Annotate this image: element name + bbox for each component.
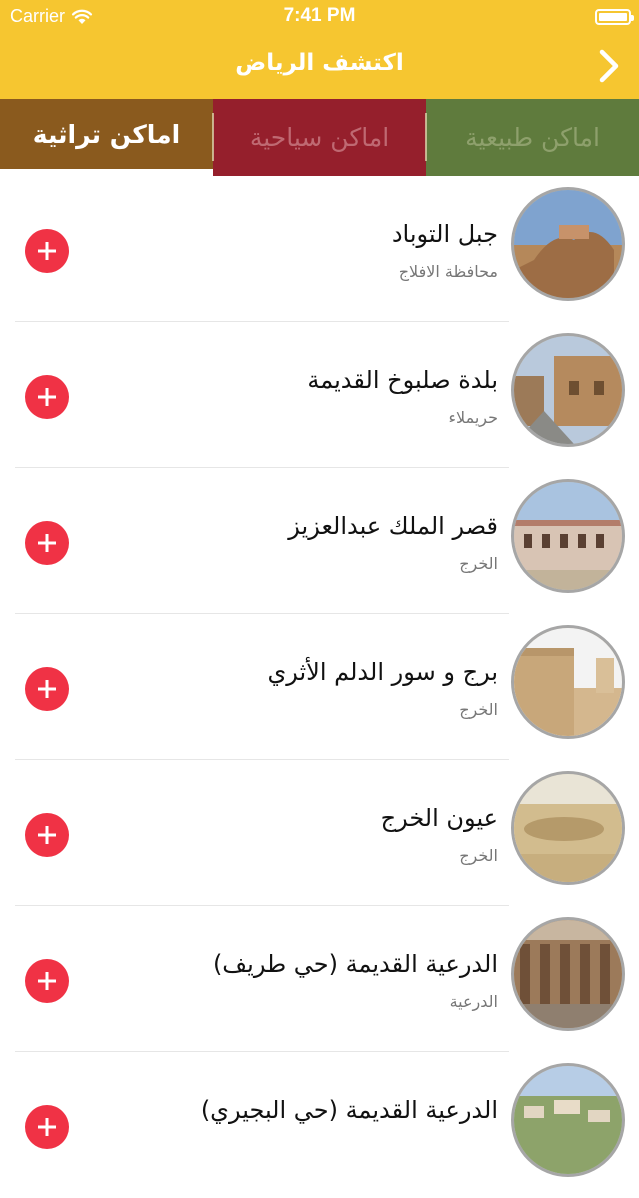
place-photo [514,1066,622,1174]
status-time: 7:41 PM [283,5,356,26]
place-location: الخرج [459,554,498,573]
place-title: بلدة صلبوخ القديمة [307,366,498,394]
list-item[interactable]: بلدة صلبوخ القديمة حريملاء [0,322,639,468]
list-item[interactable]: قصر الملك عبدالعزيز الخرج [0,468,639,614]
place-title: برج و سور الدلم الأثري [267,658,498,686]
list-item[interactable]: عيون الخرج الخرج [0,760,639,906]
status-bar: Carrier 7:41 PM [0,0,639,34]
place-title: الدرعية القديمة (حي البجيري) [200,1096,498,1124]
place-title: الدرعية القديمة (حي طريف) [212,950,498,978]
tab-heritage-places[interactable]: اماكن تراثية [0,99,213,169]
tab-divider [212,113,214,161]
place-location: الدرعية [449,992,498,1011]
place-thumbnail [511,771,625,885]
place-thumbnail [511,917,625,1031]
list-item[interactable]: الدرعية القديمة (حي البجيري) [0,1052,639,1198]
place-thumbnail [511,187,625,301]
place-location: الخرج [459,700,498,719]
place-thumbnail [511,333,625,447]
tab-tourist-places[interactable]: اماكن سياحية [213,99,426,176]
list-item[interactable]: الدرعية القديمة (حي طريف) الدرعية [0,906,639,1052]
place-title: جبل التوباد [391,220,498,248]
app-header: Carrier 7:41 PM اكتشف الرياض [0,0,639,99]
place-photo [514,482,622,590]
add-button[interactable] [25,375,69,419]
tab-label: اماكن سياحية [249,123,390,152]
tab-divider [425,113,427,161]
place-photo [514,920,622,1028]
place-location: حريملاء [448,408,499,427]
place-photo [514,336,622,444]
add-button[interactable] [25,959,69,1003]
place-photo [514,628,622,736]
add-button[interactable] [25,667,69,711]
category-tabs: اماكن طبيعية اماكن سياحية اماكن تراثية [0,99,639,176]
place-photo [514,774,622,882]
place-photo [514,190,622,298]
tab-label: اماكن تراثية [32,119,181,149]
add-button[interactable] [25,813,69,857]
tab-natural-places[interactable]: اماكن طبيعية [426,99,639,176]
page-title: اكتشف الرياض [235,50,404,76]
add-button[interactable] [25,521,69,565]
tab-label: اماكن طبيعية [465,123,600,152]
place-title: قصر الملك عبدالعزيز [288,512,498,540]
place-title: عيون الخرج [380,804,498,832]
add-button[interactable] [25,229,69,273]
battery-icon [595,9,634,25]
place-thumbnail [511,625,625,739]
place-location: الخرج [459,846,498,865]
list-item[interactable]: برج و سور الدلم الأثري الخرج [0,614,639,760]
chevron-right-icon[interactable] [593,46,625,86]
place-thumbnail [511,479,625,593]
add-button[interactable] [25,1105,69,1149]
list-item[interactable]: جبل التوباد محافظة الافلاج [0,176,639,322]
place-location: محافظة الافلاج [398,262,498,281]
place-thumbnail [511,1063,625,1177]
